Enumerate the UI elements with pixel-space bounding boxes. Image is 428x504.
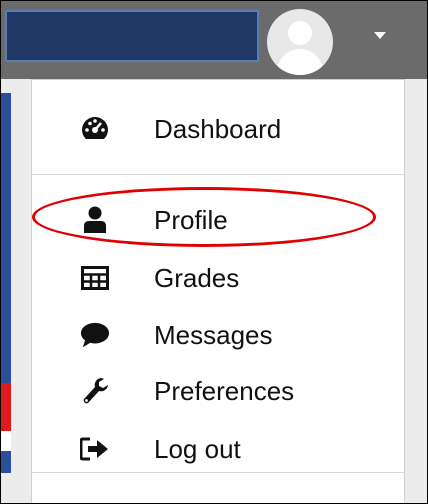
user-icon — [80, 205, 110, 235]
avatar-body — [277, 49, 323, 75]
top-navbar — [1, 1, 427, 79]
menu-item-label: Log out — [154, 433, 241, 464]
user-avatar[interactable] — [267, 9, 333, 75]
menu-item-logout[interactable]: Log out — [32, 424, 404, 474]
menu-item-preferences[interactable]: Preferences — [32, 366, 404, 416]
menu-item-dashboard[interactable]: Dashboard — [32, 104, 404, 154]
menu-item-label: Preferences — [154, 375, 295, 406]
screenshot-frame: Dashboard Profile Grades Messages Prefer… — [0, 0, 428, 504]
menu-item-label: Grades — [154, 262, 240, 293]
menu-item-grades[interactable]: Grades — [32, 253, 404, 303]
redacted-site-name — [5, 10, 259, 62]
menu-item-label: Dashboard — [154, 113, 282, 144]
menu-item-label: Profile — [154, 204, 228, 235]
dashboard-icon — [80, 114, 110, 144]
sign-out-icon — [80, 434, 110, 464]
user-dropdown-menu: Dashboard Profile Grades Messages Prefer… — [31, 79, 405, 503]
menu-divider — [32, 174, 404, 175]
comment-icon — [80, 320, 110, 350]
page-left-accent-white — [1, 431, 11, 451]
menu-divider — [32, 472, 404, 473]
wrench-icon — [80, 376, 110, 406]
page-left-accent-red — [1, 383, 11, 431]
caret-down-icon[interactable] — [374, 32, 386, 39]
table-icon — [80, 263, 110, 293]
menu-item-profile[interactable]: Profile — [32, 195, 404, 245]
menu-item-label: Messages — [154, 319, 273, 350]
avatar-head — [288, 21, 312, 45]
menu-item-messages[interactable]: Messages — [32, 310, 404, 360]
